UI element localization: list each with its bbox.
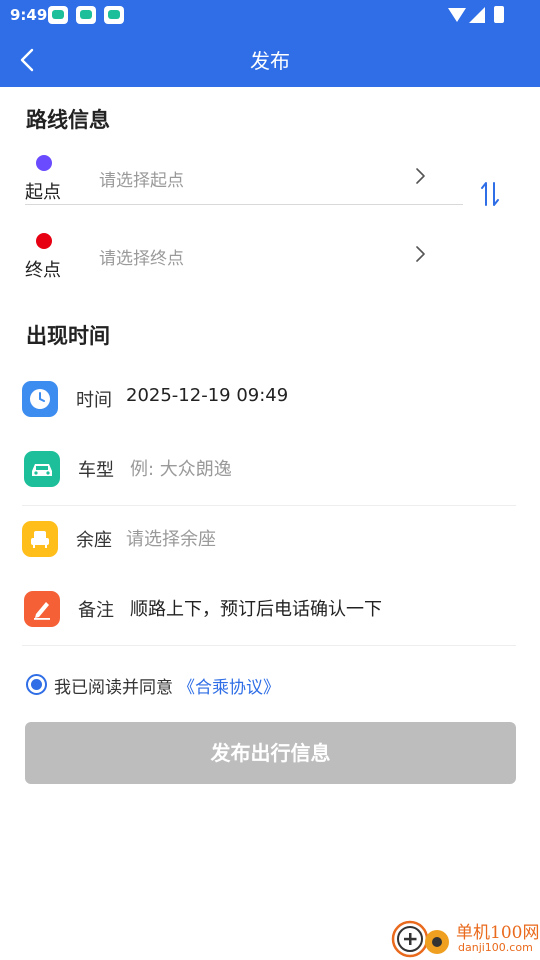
publish-button[interactable]: 发布出行信息 [25, 722, 516, 784]
remark-label: 备注 [78, 600, 114, 621]
route-divider [25, 204, 463, 205]
seats-placeholder: 请选择余座 [126, 529, 216, 550]
car-app-icon [76, 6, 96, 24]
car-type-label: 车型 [78, 460, 114, 481]
watermark-url: danji100.com [458, 941, 533, 954]
seat-icon [22, 521, 58, 557]
status-time: 9:49 [10, 6, 48, 24]
signal-icon [469, 7, 485, 23]
route-section-title: 路线信息 [26, 108, 110, 132]
agreement-radio[interactable] [26, 674, 47, 695]
end-label: 终点 [25, 260, 61, 281]
car-app-icon [48, 6, 68, 24]
wifi-icon [448, 8, 466, 22]
seats-row[interactable]: 余座 请选择余座 [22, 514, 516, 564]
edit-icon [24, 591, 60, 627]
end-placeholder: 请选择终点 [99, 249, 184, 269]
end-point-row[interactable]: 终点 请选择终点 [25, 230, 465, 292]
end-dot-icon [36, 233, 52, 249]
time-label: 时间 [76, 390, 112, 411]
clock-icon [22, 381, 58, 417]
time-row[interactable]: 时间 2025-12-19 09:49 [22, 374, 516, 424]
start-placeholder: 请选择起点 [99, 171, 184, 191]
row-divider [22, 645, 516, 646]
row-divider [22, 505, 516, 506]
chevron-right-icon [416, 168, 425, 184]
page-title: 发布 [250, 49, 290, 73]
time-section-title: 出现时间 [26, 324, 110, 348]
car-type-row[interactable]: 车型 例: 大众朗逸 [22, 444, 516, 494]
car-app-icon [104, 6, 124, 24]
seats-label: 余座 [76, 530, 112, 551]
car-icon [24, 451, 60, 487]
watermark: 单机100网 danji100.com [390, 916, 540, 960]
battery-icon [494, 6, 504, 23]
start-dot-icon [36, 155, 52, 171]
swap-vertical-icon[interactable] [478, 180, 502, 208]
watermark-name: 单机100网 [456, 923, 540, 943]
remark-input: 顺路上下，预订后电话确认一下 [130, 599, 382, 620]
agreement-link[interactable]: 《合乘协议》 [178, 673, 280, 698]
status-bar: 9:49 [0, 0, 540, 30]
app-header: 9:49 发布 [0, 0, 540, 87]
car-type-input: 例: 大众朗逸 [130, 459, 232, 480]
watermark-logo-icon [391, 920, 449, 958]
agreement-text: 我已阅读并同意 [54, 678, 173, 698]
remark-row[interactable]: 备注 顺路上下，预订后电话确认一下 [22, 584, 516, 634]
start-label: 起点 [25, 182, 61, 203]
chevron-right-icon [416, 246, 425, 262]
time-value: 2025-12-19 09:49 [126, 385, 289, 406]
